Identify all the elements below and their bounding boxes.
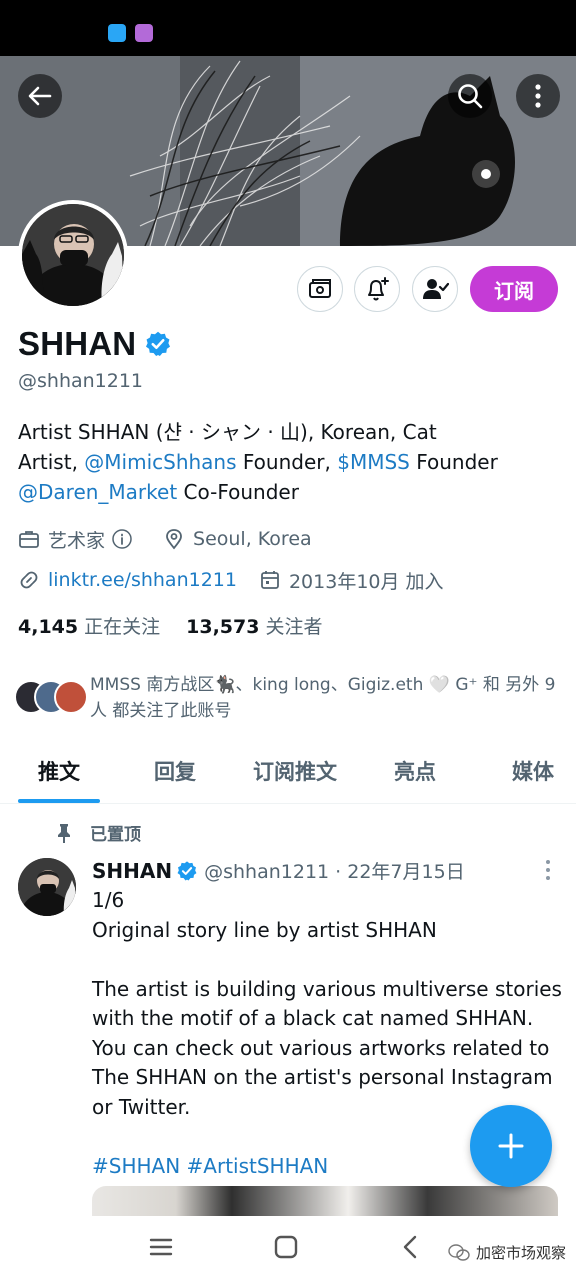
tab-highlights[interactable]: 亮点 [394,756,436,786]
mention-link[interactable]: @MimicShhans [84,450,236,474]
post-more-button[interactable] [538,858,558,882]
tab-subscriptions[interactable]: 订阅推文 [253,756,337,786]
post-avatar[interactable] [18,858,76,916]
following-stat[interactable]: 4,145 正在关注 [18,612,160,639]
cashtag-link[interactable]: $MMSS [337,450,410,474]
tab-replies[interactable]: 回复 [154,756,196,786]
search-button[interactable] [448,74,492,118]
verified-badge-icon [177,860,197,880]
known-followers-text: MMSS 南方战区🐈‍⬛、king long、Gigiz.eth 🤍 G⁺ 和 … [90,675,556,721]
profile-meta-row: linktr.ee/shhan1211 2013年10月 加入 [18,566,444,594]
followers-stat[interactable]: 13,573 关注者 [186,612,322,639]
bell-plus-icon [368,277,389,301]
profile-avatar[interactable] [18,200,128,310]
post-header: SHHAN @shhan1211 · 22年7月15日 [92,857,465,884]
plus-icon [498,1133,524,1159]
bio-line: Artist SHHAN (샨 · シャン · 山), Korean, Cat [18,420,437,444]
bio-text: Founder [409,450,498,474]
briefcase-icon [19,531,39,548]
mention-link[interactable]: @Daren_Market [18,480,177,504]
post-text: Original story line by artist SHHAN [92,917,437,942]
verified-badge-icon[interactable] [144,330,172,358]
post-text: 1/6 [92,888,125,912]
display-name: SHHAN [18,325,137,362]
profile-tabs: 推文 回复 订阅推文 亮点 媒体 [0,746,576,804]
watermark: 加密市场观察 [448,1242,566,1263]
avatar-image [22,204,124,306]
post-media-preview[interactable] [92,1186,558,1216]
calendar-icon [261,571,279,589]
post-text: The artist is building various multivers… [92,976,562,1119]
compose-post-button[interactable] [470,1105,552,1187]
post-meta: @shhan1211 · 22年7月15日 [204,861,465,883]
bio-text: Founder, [236,450,338,474]
more-vertical-icon [546,860,550,880]
profile-name-row: SHHAN [18,322,172,366]
avatar-image [18,858,76,916]
location-pin-icon [166,529,182,550]
tab-media[interactable]: 媒体 [512,756,554,786]
subscribe-button[interactable]: 订阅 [470,266,558,312]
person-check-icon [423,279,449,299]
following-count: 4,145 [18,616,79,638]
profile-meta-row: 艺术家 Seoul, Korea [18,525,312,553]
tip-button[interactable] [297,266,343,312]
followers-count: 13,573 [186,616,260,638]
status-bar [0,0,576,56]
tab-posts[interactable]: 推文 [38,756,80,786]
profile-location: Seoul, Korea [193,528,312,550]
followers-label: 关注者 [265,616,323,638]
bio-line: Artist, @MimicShhans Founder, $MMSS Foun… [18,447,558,477]
bio-line: @Daren_Market Co-Founder [18,477,558,507]
profile-category: 艺术家 [48,529,106,552]
ticket-icon [309,279,331,298]
follower-avatar [54,680,88,714]
back-nav-icon[interactable] [396,1232,426,1262]
post-author-name[interactable]: SHHAN [92,859,172,883]
active-tab-indicator [18,799,100,803]
following-button[interactable] [412,266,458,312]
back-button[interactable] [18,74,62,118]
home-icon[interactable] [271,1232,301,1262]
pinned-label-row: 已置顶 [54,820,141,845]
watermark-text: 加密市场观察 [476,1244,567,1262]
profile-joined-date: 2013年10月 加入 [288,570,444,593]
bio-text: Artist, [18,450,85,474]
following-label: 正在关注 [84,616,161,638]
pin-icon [58,823,70,843]
notify-button[interactable] [354,266,400,312]
profile-website-link[interactable]: linktr.ee/shhan1211 [48,569,237,591]
search-icon [458,84,483,109]
profile-bio: Artist SHHAN (샨 · シャン · 山), Korean, Cat … [18,417,558,507]
pinned-label: 已置顶 [90,825,141,845]
app-notification-icon [135,24,153,42]
follow-stats: 4,145 正在关注 13,573 关注者 [18,612,322,639]
app-notification-icon [108,24,126,42]
link-icon [20,571,38,589]
known-followers[interactable]: MMSS 南方战区🐈‍⬛、king long、Gigiz.eth 🤍 G⁺ 和 … [14,672,564,728]
recent-apps-icon[interactable] [146,1232,176,1262]
more-vertical-icon [535,84,541,108]
info-icon[interactable] [111,528,133,550]
back-arrow-icon [28,86,52,106]
wechat-icon [448,1243,470,1261]
profile-handle: @shhan1211 [18,370,144,392]
bio-text: Co-Founder [177,480,299,504]
more-options-button[interactable] [516,74,560,118]
